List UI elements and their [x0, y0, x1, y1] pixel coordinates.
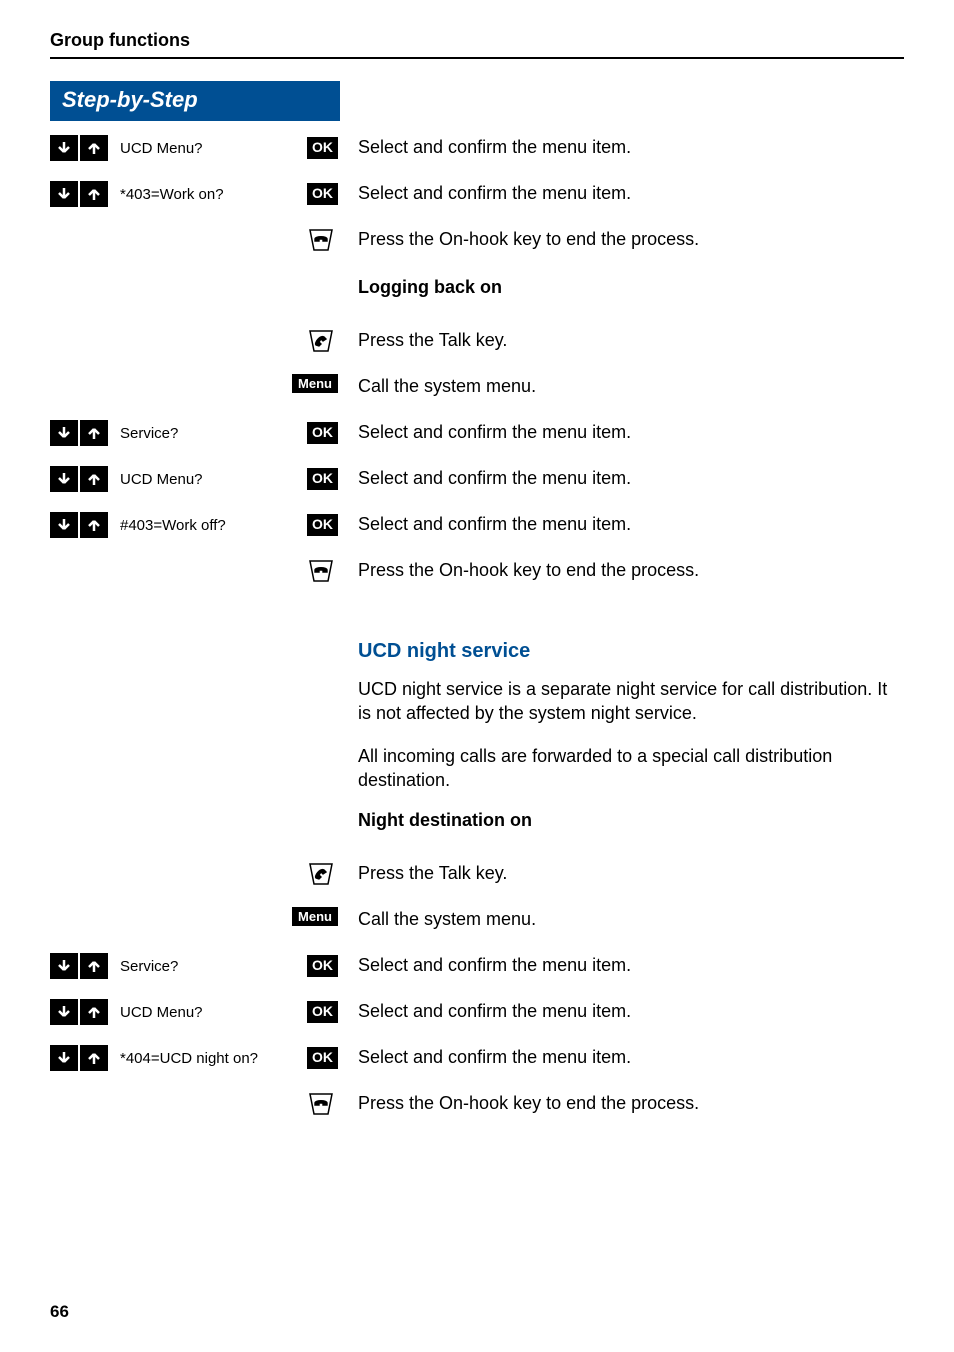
onhook-key-icon	[304, 1091, 338, 1117]
up-arrow-icon	[80, 135, 108, 161]
instruction-row: *403=Work on? OK Select and confirm the me…	[50, 181, 904, 211]
ok-button: OK	[307, 137, 338, 159]
display-label: Service?	[120, 425, 178, 442]
instruction-text: Select and confirm the menu item.	[358, 420, 904, 444]
instruction-row: Press the On-hook key to end the process…	[50, 558, 904, 588]
up-arrow-icon	[80, 512, 108, 538]
display-label: *404=UCD night on?	[120, 1050, 258, 1067]
instruction-row: Menu Call the system menu.	[50, 907, 904, 937]
instruction-text: Call the system menu.	[358, 907, 904, 931]
instruction-text: Select and confirm the menu item.	[358, 135, 904, 159]
instruction-text: Select and confirm the menu item.	[358, 999, 904, 1023]
instruction-row: UCD Menu? OK Select and confirm the menu i…	[50, 999, 904, 1029]
instruction-text: Select and confirm the menu item.	[358, 466, 904, 490]
instruction-row: *404=UCD night on? OK Select and confirm t…	[50, 1045, 904, 1075]
up-arrow-icon	[80, 181, 108, 207]
ok-button: OK	[307, 955, 338, 977]
instruction-text: Press the Talk key.	[358, 861, 904, 885]
nav-arrows	[50, 999, 108, 1025]
down-arrow-icon	[50, 999, 78, 1025]
instruction-row: Service? OK Select and confirm the menu it…	[50, 420, 904, 450]
instruction-row: Press the On-hook key to end the process…	[50, 227, 904, 257]
page-number: 66	[50, 1302, 69, 1322]
instruction-text: Select and confirm the menu item.	[358, 181, 904, 205]
section-paragraph: All incoming calls are forwarded to a sp…	[358, 744, 904, 793]
instruction-row: Logging back on	[50, 273, 904, 312]
display-label: UCD Menu?	[120, 140, 203, 157]
nav-arrows	[50, 181, 108, 207]
instruction-row: Menu Call the system menu.	[50, 374, 904, 404]
instruction-row: UCD Menu? OK Select and confirm the menu i…	[50, 135, 904, 165]
instruction-text: Select and confirm the menu item.	[358, 512, 904, 536]
page: Group functions Step-by-Step UCD Menu? OK…	[0, 0, 954, 1352]
nav-arrows	[50, 512, 108, 538]
rows-container: UCD Menu? OK Select and confirm the menu i…	[50, 135, 904, 1121]
ok-button: OK	[307, 1047, 338, 1069]
up-arrow-icon	[80, 953, 108, 979]
down-arrow-icon	[50, 1045, 78, 1071]
instruction-text: Press the On-hook key to end the process…	[358, 558, 904, 582]
talk-key-icon	[304, 328, 338, 354]
display-label: #403=Work off?	[120, 517, 226, 534]
up-arrow-icon	[80, 420, 108, 446]
up-arrow-icon	[80, 466, 108, 492]
section-heading: UCD night service	[358, 640, 904, 663]
step-by-step-banner: Step-by-Step	[50, 81, 340, 121]
display-label: UCD Menu?	[120, 1004, 203, 1021]
ok-button: OK	[307, 1001, 338, 1023]
menu-button: Menu	[292, 374, 338, 393]
down-arrow-icon	[50, 953, 78, 979]
instruction-text: Select and confirm the menu item.	[358, 1045, 904, 1069]
onhook-key-icon	[304, 558, 338, 584]
talk-key-icon	[304, 861, 338, 887]
instruction-text: Select and confirm the menu item.	[358, 953, 904, 977]
instruction-text: Call the system menu.	[358, 374, 904, 398]
instruction-text: Press the On-hook key to end the process…	[358, 1091, 904, 1115]
down-arrow-icon	[50, 135, 78, 161]
instruction-heading: Logging back on	[358, 277, 904, 298]
nav-arrows	[50, 420, 108, 446]
instruction-text: Press the On-hook key to end the process…	[358, 227, 904, 251]
ok-button: OK	[307, 422, 338, 444]
up-arrow-icon	[80, 1045, 108, 1071]
display-label: UCD Menu?	[120, 471, 203, 488]
onhook-key-icon	[304, 227, 338, 253]
instruction-row: UCD Menu? OK Select and confirm the menu i…	[50, 466, 904, 496]
nav-arrows	[50, 466, 108, 492]
ok-button: OK	[307, 183, 338, 205]
instruction-heading: Night destination on	[358, 810, 904, 831]
nav-arrows	[50, 135, 108, 161]
ok-button: OK	[307, 468, 338, 490]
menu-button: Menu	[292, 907, 338, 926]
instruction-row: #403=Work off? OK Select and confirm the m…	[50, 512, 904, 542]
section-block: UCD night service UCD night service is a …	[50, 604, 904, 845]
display-label: Service?	[120, 958, 178, 975]
down-arrow-icon	[50, 512, 78, 538]
instruction-row: Press the On-hook key to end the process…	[50, 1091, 904, 1121]
down-arrow-icon	[50, 181, 78, 207]
up-arrow-icon	[80, 999, 108, 1025]
down-arrow-icon	[50, 420, 78, 446]
nav-arrows	[50, 953, 108, 979]
section-paragraph: UCD night service is a separate night se…	[358, 677, 904, 726]
page-header: Group functions	[50, 30, 904, 59]
down-arrow-icon	[50, 466, 78, 492]
nav-arrows	[50, 1045, 108, 1071]
display-label: *403=Work on?	[120, 186, 224, 203]
instruction-row: Press the Talk key.	[50, 861, 904, 891]
ok-button: OK	[307, 514, 338, 536]
instruction-row: Service? OK Select and confirm the menu it…	[50, 953, 904, 983]
instruction-row: Press the Talk key.	[50, 328, 904, 358]
instruction-text: Press the Talk key.	[358, 328, 904, 352]
